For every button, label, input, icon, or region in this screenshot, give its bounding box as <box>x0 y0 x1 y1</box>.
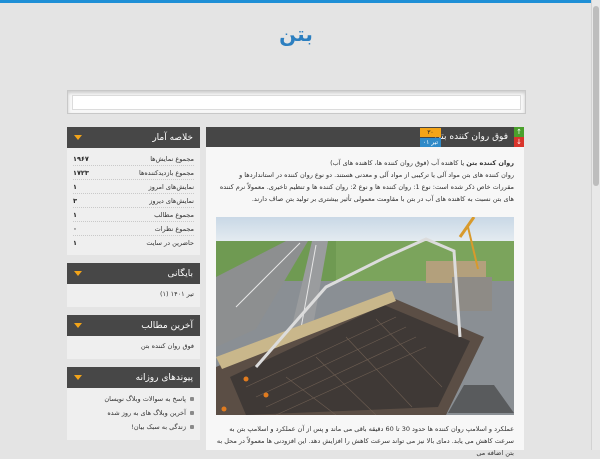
bullet-icon <box>190 425 194 429</box>
stat-label: نمایش‌های دیروز <box>149 196 194 205</box>
post-title[interactable]: فوق روان کننده بتن <box>434 132 508 142</box>
bullet-icon <box>190 397 194 401</box>
daily-link-text: آخرین وبلاگ های به روز شده <box>107 409 186 417</box>
daily-links-widget-title: پیوندهای روزانه <box>135 372 193 383</box>
stat-row: حاضرین در سایت ۱ <box>73 236 194 249</box>
stats-widget-title: خلاصه آمار <box>152 132 193 143</box>
stat-row: مجموع نمایش‌ها ۱۹۶۷ <box>73 152 194 166</box>
stat-label: مجموع نظرات <box>154 224 194 233</box>
stat-row: نمایش‌های امروز ۱ <box>73 180 194 194</box>
stat-value: ۳ <box>73 196 77 205</box>
daily-links-widget-header[interactable]: پیوندهای روزانه <box>67 367 200 388</box>
stat-row: نمایش‌های دیروز ۳ <box>73 194 194 208</box>
daily-link-text: زندگی به سبک بیان! <box>131 423 186 431</box>
arrow-up-icon[interactable]: ↑ <box>514 127 524 137</box>
stat-label: حاضرین در سایت <box>146 238 194 247</box>
archive-link[interactable]: تیر ۱۴۰۱ (۱) <box>73 288 194 301</box>
post-header: فوق روان کننده بتن ۳۰ تیر ۰۱ ↑ ↓ <box>206 127 524 147</box>
post: فوق روان کننده بتن ۳۰ تیر ۰۱ ↑ ↓ روان کن… <box>206 127 524 457</box>
stat-value: ۱ <box>73 182 77 191</box>
chevron-down-icon[interactable] <box>74 323 82 328</box>
stat-value: ۱ <box>73 210 77 219</box>
construction-site-photo <box>216 217 514 415</box>
scrollbar[interactable] <box>591 0 600 450</box>
daily-links-list: پاسخ به سوالات وبلاگ نویسان آخرین وبلاگ … <box>67 388 200 440</box>
latest-posts-widget-header[interactable]: آخرین مطالب <box>67 315 200 336</box>
stat-value: ۱۷۲۳ <box>73 168 89 177</box>
stat-row: مجموع بازدیدکننده‌ها ۱۷۲۳ <box>73 166 194 180</box>
post-footer-text: عملکرد و اسلامپ روان کننده ها حدود 30 تا… <box>216 425 514 457</box>
stat-label: مجموع مطالب <box>154 210 194 219</box>
latest-posts-widget-title: آخرین مطالب <box>141 320 193 331</box>
stats-widget: خلاصه آمار مجموع نمایش‌ها ۱۹۶۷ مجموع بازد… <box>67 127 200 255</box>
stats-widget-header[interactable]: خلاصه آمار <box>67 127 200 148</box>
stat-label: مجموع نمایش‌ها <box>150 154 194 163</box>
latest-posts-list: فوق روان کننده بتن <box>67 336 200 359</box>
stat-row: مجموع مطالب ۱ <box>73 208 194 222</box>
stat-value: ۰ <box>73 224 77 233</box>
site-title[interactable]: بتن <box>0 22 592 46</box>
latest-post-link[interactable]: فوق روان کننده بتن <box>73 340 194 353</box>
nav-bar <box>67 90 526 114</box>
stat-row: مجموع نظرات ۰ <box>73 222 194 236</box>
post-body: روان کننده بتن یا کاهنده آب (فوق روان کن… <box>216 157 514 205</box>
bullet-icon <box>190 411 194 415</box>
top-accent-bar <box>0 0 600 3</box>
chevron-down-icon[interactable] <box>74 375 82 380</box>
post-lead-bold: روان کننده بتن <box>466 159 514 167</box>
archive-widget: بایگانی تیر ۱۴۰۱ (۱) <box>67 263 200 307</box>
daily-links-widget: پیوندهای روزانه پاسخ به سوالات وبلاگ نوی… <box>67 367 200 440</box>
daily-link[interactable]: زندگی به سبک بیان! <box>73 420 194 434</box>
nav-bar-inner <box>72 95 521 110</box>
chevron-down-icon[interactable] <box>74 271 82 276</box>
stat-label: مجموع بازدیدکننده‌ها <box>138 168 194 177</box>
date-badge: تیر ۰۱ <box>419 138 441 147</box>
daily-link[interactable]: پاسخ به سوالات وبلاگ نویسان <box>73 392 194 406</box>
post-lead: روان کننده بتن یا کاهنده آب (فوق روان کن… <box>216 157 514 169</box>
vote-controls: ↑ ↓ <box>514 127 524 147</box>
score-badge: ۳۰ <box>419 128 441 137</box>
sidebar: خلاصه آمار مجموع نمایش‌ها ۱۹۶۷ مجموع بازد… <box>67 127 200 448</box>
post-image <box>216 217 514 415</box>
post-badges: ۳۰ تیر ۰۱ <box>419 128 441 147</box>
daily-link[interactable]: آخرین وبلاگ های به روز شده <box>73 406 194 420</box>
arrow-down-icon[interactable]: ↓ <box>514 137 524 147</box>
chevron-down-icon[interactable] <box>74 135 82 140</box>
daily-link-text: پاسخ به سوالات وبلاگ نویسان <box>104 395 186 403</box>
post-lead-rest: یا کاهنده آب (فوق روان کننده ها، کاهنده … <box>330 159 467 167</box>
stats-list: مجموع نمایش‌ها ۱۹۶۷ مجموع بازدیدکننده‌ها ۱… <box>67 148 200 255</box>
archive-list: تیر ۱۴۰۱ (۱) <box>67 284 200 307</box>
stat-value: ۱۹۶۷ <box>73 154 89 163</box>
scrollbar-thumb[interactable] <box>593 6 599 186</box>
stat-label: نمایش‌های امروز <box>148 182 194 191</box>
archive-widget-title: بایگانی <box>167 268 193 279</box>
stat-value: ۱ <box>73 238 77 247</box>
archive-widget-header[interactable]: بایگانی <box>67 263 200 284</box>
latest-posts-widget: آخرین مطالب فوق روان کننده بتن <box>67 315 200 359</box>
post-paragraph: روان کننده های بتن مواد آلی یا ترکیبی از… <box>219 171 514 203</box>
